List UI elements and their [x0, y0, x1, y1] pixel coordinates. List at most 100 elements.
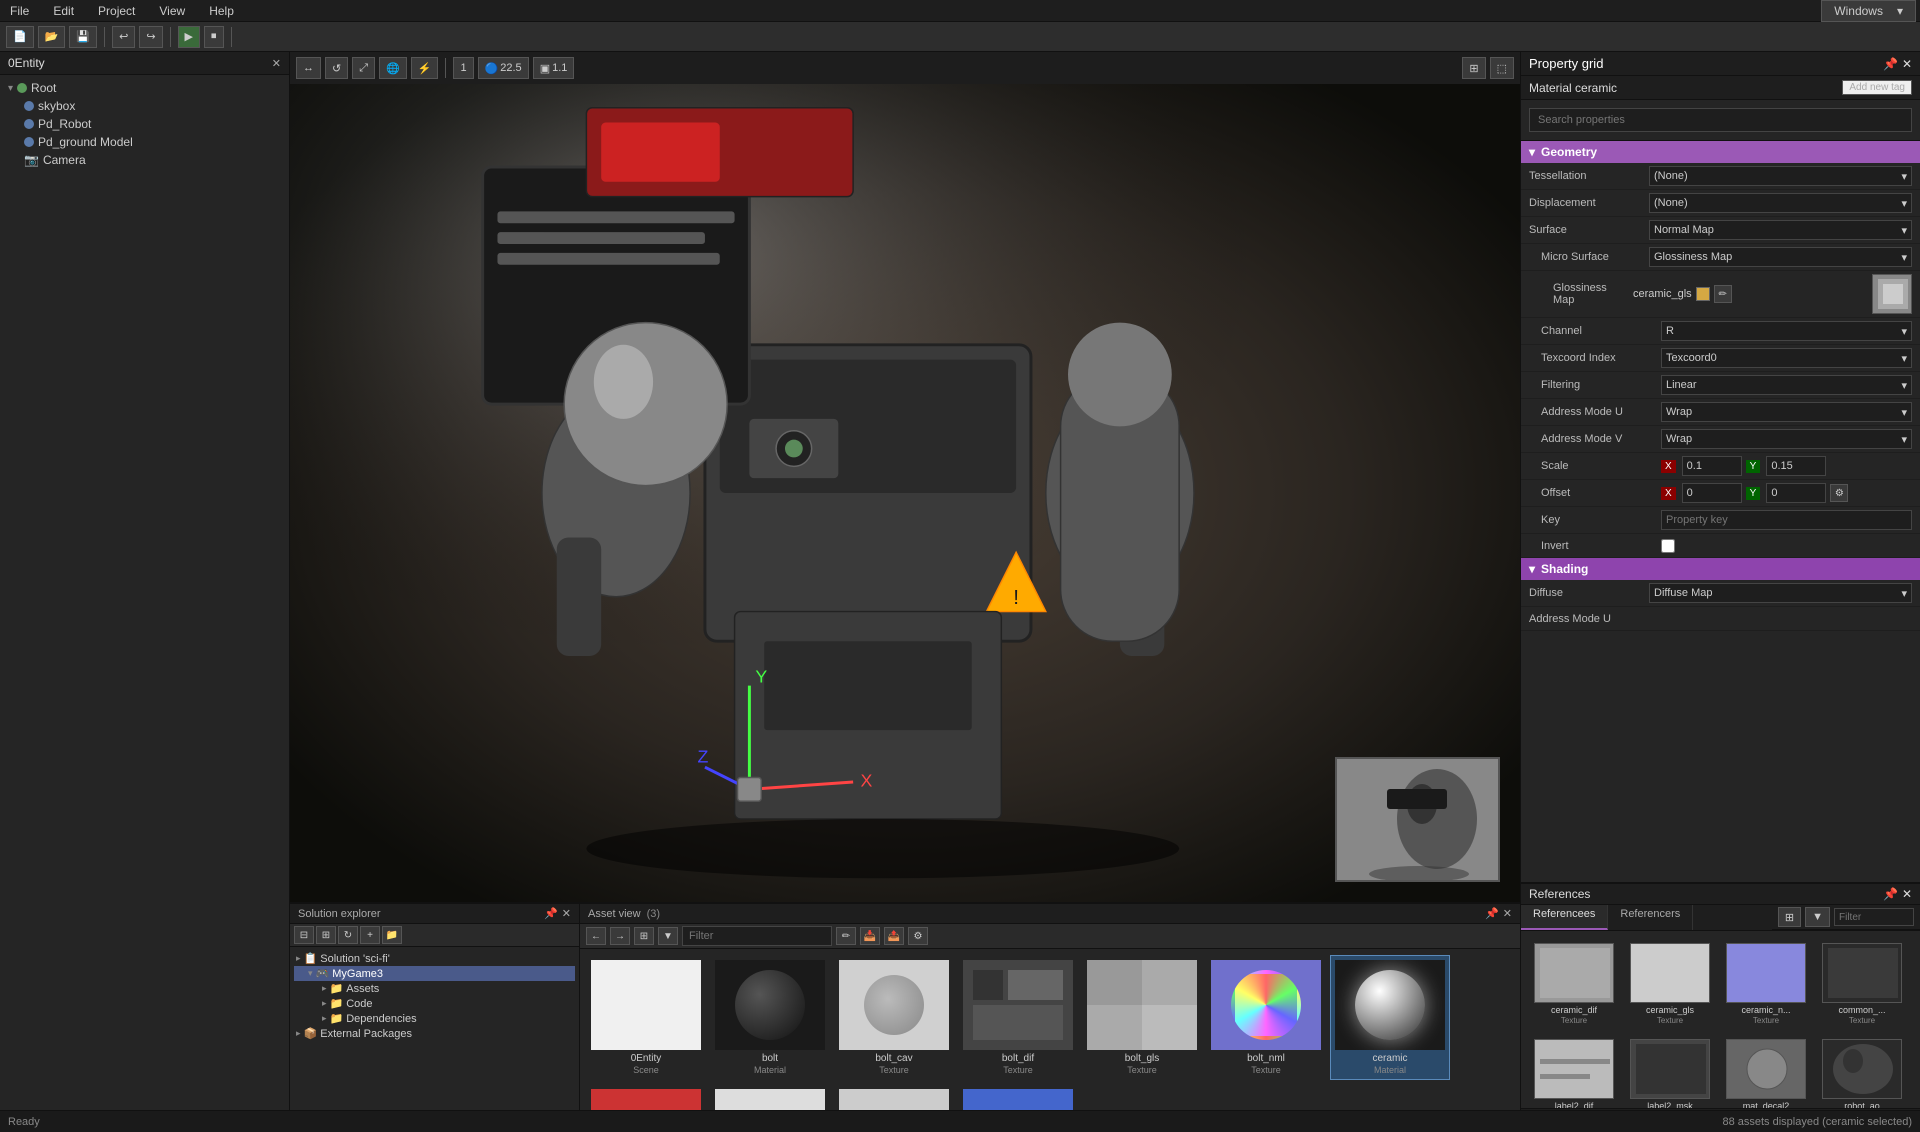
offset-x-input[interactable]	[1682, 483, 1742, 503]
pg-shading-header[interactable]: ▾ Shading	[1521, 558, 1920, 580]
pg-dropdown-addr-v[interactable]: Wrap ▾	[1661, 429, 1912, 449]
pg-dropdown-addr-u[interactable]: Wrap ▾	[1661, 402, 1912, 422]
undo-btn[interactable]: ↩	[112, 26, 135, 48]
vp-global-btn[interactable]: 🌐	[379, 57, 407, 79]
ref-item-ceramic-n[interactable]: ceramic_n... Texture	[1721, 939, 1811, 1029]
sol-item-external[interactable]: ▸ 📦 External Packages	[294, 1026, 575, 1041]
color-swatch-orange[interactable]	[1696, 287, 1710, 301]
sol-item-solution[interactable]: ▸ 📋 Solution 'sci-fi'	[294, 951, 575, 966]
asset-item-bolt-cav[interactable]: bolt_cav Texture	[834, 955, 954, 1080]
scale-x-input[interactable]	[1682, 456, 1742, 476]
new-btn[interactable]: 📄	[6, 26, 34, 48]
tab-referencees[interactable]: Referencees	[1521, 905, 1608, 930]
ref-item-robot-ao[interactable]: robot_ao Texture	[1817, 1035, 1907, 1108]
ref-grid-view-btn[interactable]: ⊞	[1778, 907, 1801, 927]
asset-item-bolt-gls[interactable]: bolt_gls Texture	[1082, 955, 1202, 1080]
texture-edit-btn[interactable]: ✏	[1714, 285, 1732, 303]
save-btn[interactable]: 💾	[69, 26, 97, 48]
sol-new-btn[interactable]: +	[360, 926, 380, 944]
pg-scroll[interactable]: ▾ Geometry Tessellation (None) ▾	[1521, 141, 1920, 882]
pg-pin-icon[interactable]: 📌	[1883, 57, 1898, 71]
vp-scale-val-btn[interactable]: ▣ 1.1	[533, 57, 575, 79]
asset-item-bolt-dif[interactable]: bolt_dif Texture	[958, 955, 1078, 1080]
tree-item-skybox[interactable]: skybox	[4, 97, 285, 115]
vp-scale-btn[interactable]: ⤢	[352, 57, 375, 79]
stop-btn[interactable]: ⏹	[204, 26, 224, 48]
ref-close-icon[interactable]: ✕	[1902, 887, 1912, 901]
invert-checkbox[interactable]	[1661, 539, 1675, 553]
asset-item-more2[interactable]: ceramic_gls Texture	[710, 1084, 830, 1110]
vp-fov-btn[interactable]: 🔵 22.5	[478, 57, 529, 79]
ref-pin-icon[interactable]: 📌	[1883, 887, 1898, 901]
pg-dropdown-surface[interactable]: Normal Map ▾	[1649, 220, 1912, 240]
tree-item-root[interactable]: ▾ Root	[4, 79, 285, 97]
menu-edit[interactable]: Edit	[47, 2, 80, 20]
vp-grid-btn[interactable]: ⊞	[1462, 57, 1485, 79]
vp-shade-btn[interactable]: ⬚	[1490, 57, 1514, 79]
ref-item-common[interactable]: common_... Texture	[1817, 939, 1907, 1029]
pg-search-input[interactable]	[1529, 108, 1912, 132]
entity-close-icon[interactable]: ✕	[272, 57, 281, 70]
asset-import-btn[interactable]: 📥	[860, 927, 880, 945]
asset-item-more4[interactable]: common Texture	[958, 1084, 1078, 1110]
asset-export-btn[interactable]: 📤	[884, 927, 904, 945]
ref-item-ceramic-gls[interactable]: ceramic_gls Texture	[1625, 939, 1715, 1029]
vp-count-btn[interactable]: 1	[453, 57, 473, 79]
asset-item-more3[interactable]: ceramic_n Texture	[834, 1084, 954, 1110]
sol-item-assets[interactable]: ▸ 📁 Assets	[294, 981, 575, 996]
asset-edit-btn[interactable]: ✏	[836, 927, 856, 945]
open-btn[interactable]: 📂	[38, 26, 66, 48]
asset-item-bolt-nml[interactable]: bolt_nml Texture	[1206, 955, 1326, 1080]
asset-item-more1[interactable]: ceramic_dif Texture	[586, 1084, 706, 1110]
ref-filter-input[interactable]	[1834, 908, 1914, 926]
add-tag-btn[interactable]: Add new tag	[1842, 80, 1912, 95]
asset-search-input[interactable]	[682, 926, 832, 946]
asset-close-icon[interactable]: ✕	[1503, 907, 1512, 920]
asset-nav-fwd[interactable]: →	[610, 927, 630, 945]
vp-move-btn[interactable]: ↔	[296, 57, 321, 79]
tab-referencers[interactable]: Referencers	[1608, 905, 1693, 930]
vp-snap-btn[interactable]: ⚡	[411, 57, 439, 79]
asset-nav-back[interactable]: ←	[586, 927, 606, 945]
tree-item-robot[interactable]: Pd_Robot	[4, 115, 285, 133]
asset-view-toggle[interactable]: ⊞	[634, 927, 654, 945]
pg-dropdown-channel[interactable]: R ▾	[1661, 321, 1912, 341]
sol-item-mygame3[interactable]: ▾ 🎮 MyGame3	[294, 966, 575, 981]
pg-dropdown-texcoord[interactable]: Texcoord0 ▾	[1661, 348, 1912, 368]
pg-geometry-header[interactable]: ▾ Geometry	[1521, 141, 1920, 163]
menu-help[interactable]: Help	[203, 2, 240, 20]
ref-item-ceramic-dif[interactable]: ceramic_dif Texture	[1529, 939, 1619, 1029]
pg-dropdown-diffuse[interactable]: Diffuse Map ▾	[1649, 583, 1912, 603]
menu-view[interactable]: View	[153, 2, 191, 20]
ref-filter-btn[interactable]: ▼	[1805, 907, 1830, 927]
viewport[interactable]: ↔ ↺ ⤢ 🌐 ⚡ 1 🔵 22.5 ▣ 1.1 ⊞ ⬚	[290, 52, 1520, 902]
menu-project[interactable]: Project	[92, 2, 141, 20]
pg-close-icon[interactable]: ✕	[1902, 57, 1912, 71]
asset-filter-btn[interactable]: ▼	[658, 927, 678, 945]
offset-settings-btn[interactable]: ⚙	[1830, 484, 1848, 502]
ref-item-label2-dif[interactable]: label2_dif Texture	[1529, 1035, 1619, 1108]
sol-item-deps[interactable]: ▸ 📁 Dependencies	[294, 1011, 575, 1026]
asset-pin-icon[interactable]: 📌	[1485, 907, 1499, 920]
pg-dropdown-micro-surface[interactable]: Glossiness Map ▾	[1649, 247, 1912, 267]
asset-item-bolt[interactable]: bolt Material	[710, 955, 830, 1080]
asset-settings-btn[interactable]: ⚙	[908, 927, 928, 945]
offset-y-input[interactable]	[1766, 483, 1826, 503]
solution-close-icon[interactable]: ✕	[562, 907, 571, 920]
sol-collapse-btn[interactable]: ⊟	[294, 926, 314, 944]
menu-file[interactable]: File	[4, 2, 35, 20]
scale-y-input[interactable]	[1766, 456, 1826, 476]
vp-rotate-btn[interactable]: ↺	[325, 57, 348, 79]
pg-dropdown-displacement[interactable]: (None) ▾	[1649, 193, 1912, 213]
sol-item-code[interactable]: ▸ 📁 Code	[294, 996, 575, 1011]
tree-item-ground[interactable]: Pd_ground Model	[4, 133, 285, 151]
asset-item-ceramic[interactable]: ceramic Material	[1330, 955, 1450, 1080]
sol-folder-btn[interactable]: 📁	[382, 926, 402, 944]
sol-expand-btn[interactable]: ⊞	[316, 926, 336, 944]
windows-selector[interactable]: Windows ▾	[1821, 0, 1916, 22]
asset-item-entity[interactable]: 0Entity Scene	[586, 955, 706, 1080]
pg-dropdown-filtering[interactable]: Linear ▾	[1661, 375, 1912, 395]
solution-pin-icon[interactable]: 📌	[544, 907, 558, 920]
tree-item-camera[interactable]: 📷 Camera	[4, 151, 285, 169]
pg-dropdown-tessellation[interactable]: (None) ▾	[1649, 166, 1912, 186]
